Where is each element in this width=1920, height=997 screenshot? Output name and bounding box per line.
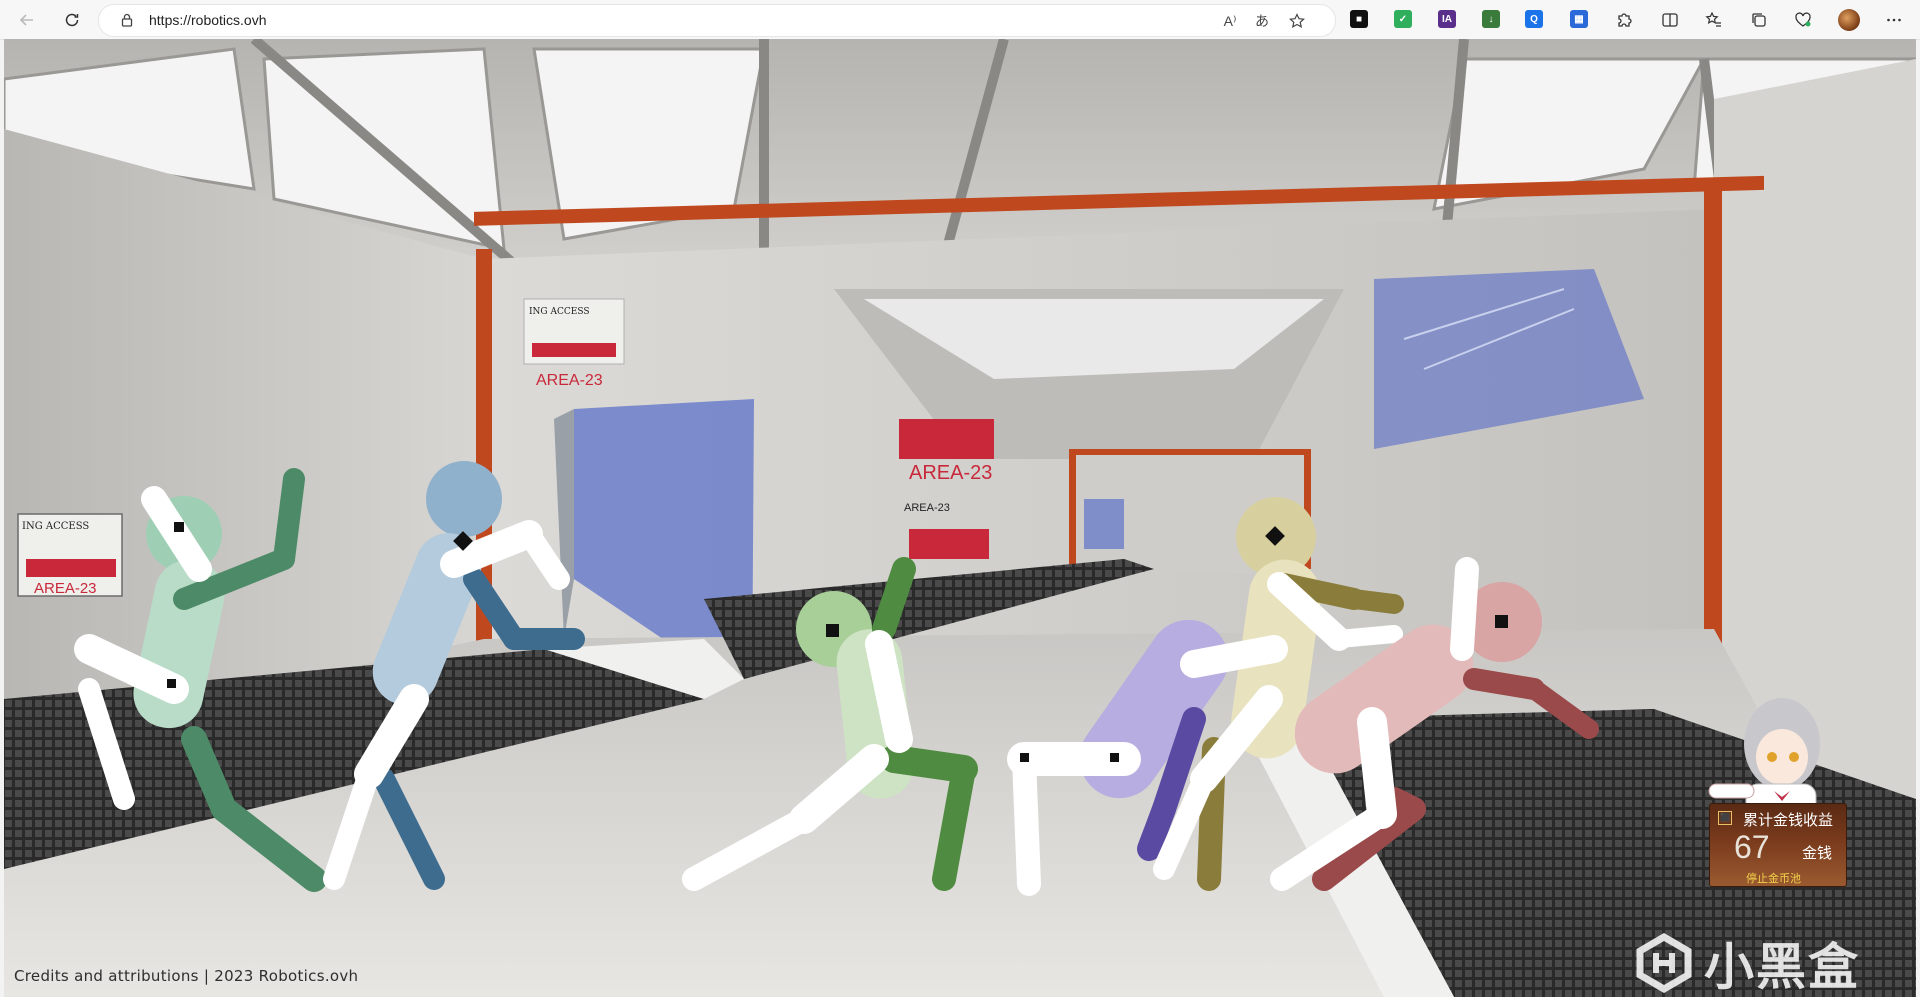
- sign-small: AREA-23: [904, 502, 950, 514]
- heybox-watermark: 小黑盒: [1634, 932, 1864, 995]
- ext-shield-icon[interactable]: ✓: [1394, 10, 1412, 28]
- watermark-text: 小黑盒: [1704, 939, 1860, 995]
- credits-link[interactable]: Credits and attributions | 2023 Robotics…: [14, 967, 358, 985]
- plaque-area: AREA-23: [34, 580, 97, 597]
- split-screen-icon: [1662, 13, 1678, 27]
- star-icon: [1289, 13, 1305, 28]
- extensions-button[interactable]: [1610, 6, 1638, 34]
- arrow-left-icon: [19, 14, 33, 26]
- heart-pulse-icon: [1795, 12, 1811, 27]
- sign-area-center: AREA-23: [909, 462, 992, 484]
- corridor-scene: ING ACCESS AREA-23 AREA-23 AREA-23 ING A…: [4, 39, 1916, 997]
- back-button[interactable]: [13, 6, 41, 34]
- puzzle-icon: [1618, 13, 1632, 27]
- profile-avatar[interactable]: [1835, 6, 1863, 34]
- browser-toolbar: https://robotics.ovh A⁾ あ ■ ✓ IA ↓ Q ▦: [0, 0, 1920, 40]
- refresh-icon: [65, 13, 79, 27]
- read-aloud-icon[interactable]: A⁾: [1219, 10, 1241, 32]
- more-dots-icon: [1887, 18, 1901, 22]
- webgl-viewport[interactable]: ING ACCESS AREA-23 AREA-23 AREA-23 ING A…: [4, 39, 1916, 997]
- earnings-unit: 金钱: [1802, 845, 1833, 862]
- heybox-logo-icon: [1636, 933, 1692, 993]
- ext-ia-icon[interactable]: IA: [1438, 10, 1456, 28]
- lock-icon: [121, 13, 133, 27]
- favorites-icon: [1705, 11, 1721, 27]
- performance-button[interactable]: [1789, 6, 1817, 34]
- address-bar[interactable]: https://robotics.ovh A⁾ あ: [98, 4, 1336, 37]
- favorites-button[interactable]: [1700, 6, 1728, 34]
- url-text: https://robotics.ovh: [149, 12, 267, 28]
- sign-caption: ING ACCESS: [529, 307, 590, 317]
- earnings-widget[interactable]: ⬛ 累计金钱收益 67 金钱 停止金币池: [1709, 803, 1847, 887]
- refresh-button[interactable]: [58, 6, 86, 34]
- plaque-caption: ING ACCESS: [22, 521, 89, 532]
- avatar: [1838, 9, 1860, 31]
- favorite-button[interactable]: [1286, 10, 1308, 32]
- more-menu-button[interactable]: [1880, 6, 1908, 34]
- earnings-title: 累计金钱收益: [1743, 812, 1834, 829]
- split-screen-button[interactable]: [1656, 6, 1684, 34]
- plaque-left: ING ACCESS AREA-23: [17, 513, 123, 597]
- stop-coin-pool-link[interactable]: 停止金币池: [1746, 870, 1801, 886]
- earnings-amount: 67: [1734, 829, 1770, 865]
- ext-grid-icon[interactable]: ▦: [1570, 10, 1588, 28]
- ext-cube-icon[interactable]: ■: [1350, 10, 1368, 28]
- earnings-badge-icon: ⬛: [1718, 811, 1732, 825]
- sign-area: AREA-23: [536, 372, 603, 389]
- collections-icon: [1752, 13, 1766, 27]
- ext-download-icon[interactable]: ↓: [1482, 10, 1500, 28]
- collections-button[interactable]: [1745, 6, 1773, 34]
- translate-icon[interactable]: あ: [1251, 10, 1273, 32]
- ext-search-icon[interactable]: Q: [1525, 10, 1543, 28]
